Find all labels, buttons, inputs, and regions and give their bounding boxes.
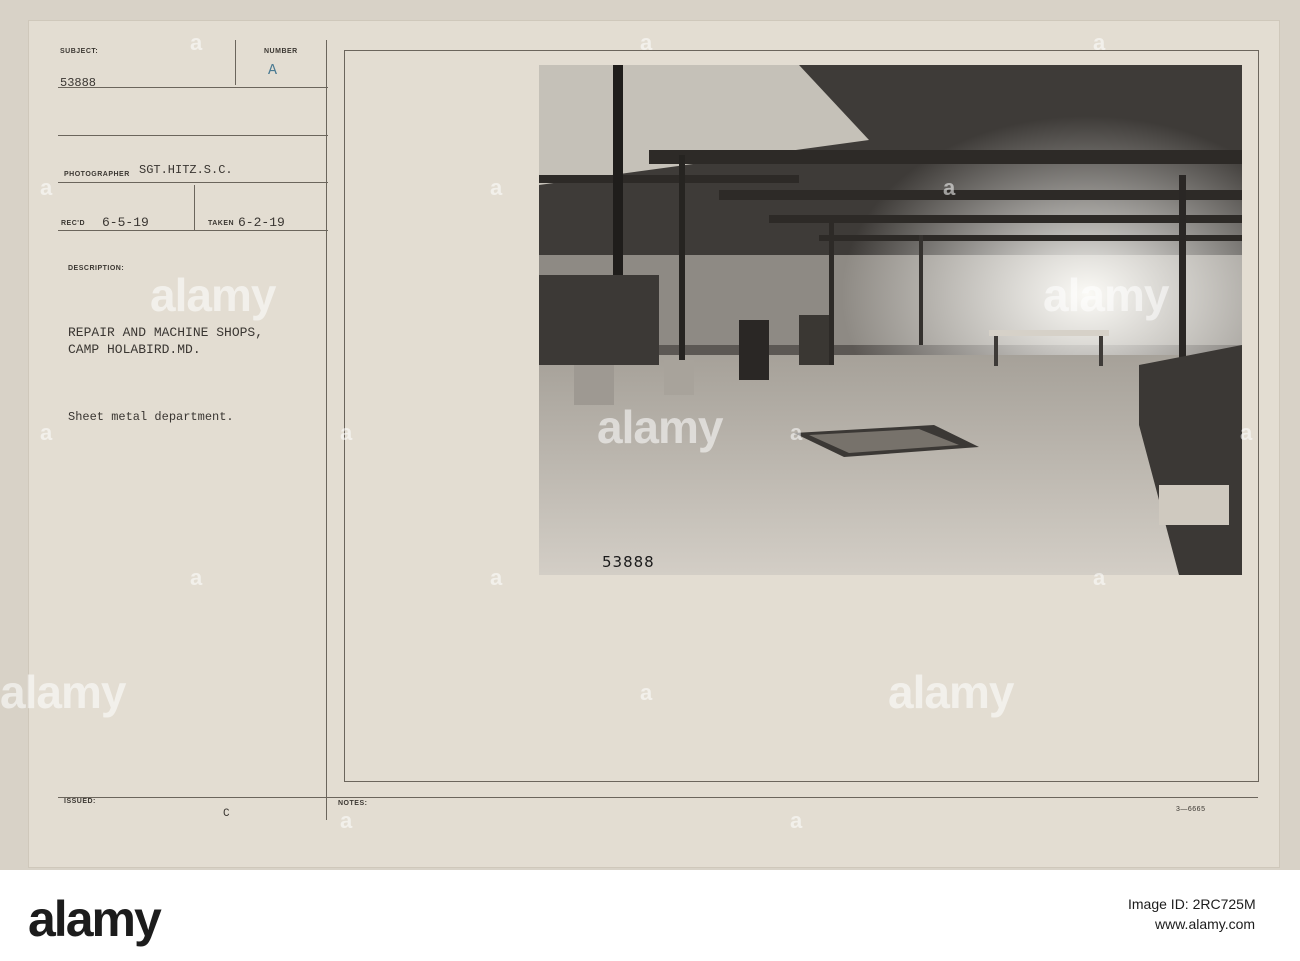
watermark-mark-2: a (640, 30, 653, 55)
issued-value: C (223, 808, 230, 820)
form-code: 3—6665 (1176, 806, 1206, 813)
watermark-mark-9: a (1240, 420, 1253, 445)
bottom-divider (58, 797, 1258, 798)
watermark-logo-right: alamy (1043, 269, 1169, 321)
watermark-mark-14: a (340, 808, 353, 833)
recd-divider (194, 185, 195, 230)
watermark-logo-lower-left: alamy (0, 666, 126, 718)
watermark-logo-left: alamy (150, 269, 276, 321)
watermark-mark-5: a (490, 175, 503, 200)
watermark-mark-13: a (1093, 565, 1106, 590)
banner-logo: alamy (28, 891, 162, 947)
watermark-mark-12: a (640, 680, 653, 705)
watermark-mark-11: a (190, 565, 203, 590)
description-line-2: CAMP HOLABIRD.MD. (68, 342, 201, 357)
banner-site: www.alamy.com (1155, 916, 1256, 932)
watermark-mark-16: a (490, 565, 503, 590)
number-value: A (268, 62, 278, 79)
photographer-value: SGT.HITZ.S.C. (139, 163, 233, 177)
description-line-3: Sheet metal department. (68, 410, 234, 424)
subject-label: SUBJECT: (60, 48, 99, 55)
photographer-label: PHOTOGRAPHER (64, 171, 130, 178)
taken-value: 6-2-19 (238, 215, 285, 230)
description-line-1: REPAIR AND MACHINE SHOPS, (68, 325, 264, 340)
stock-banner: alamy Image ID: 2RC725M www.alamy.com (0, 870, 1300, 961)
watermark-logo-center: alamy (597, 401, 723, 453)
description-label: DESCRIPTION: (68, 265, 125, 272)
negative-number: 53888 (602, 553, 655, 571)
watermark-logo-lower-right: alamy (888, 666, 1014, 718)
recd-underline (58, 230, 328, 231)
number-label: NUMBER (264, 48, 298, 55)
watermark-mark-6: a (943, 175, 956, 200)
watermark-mark-10: a (40, 420, 53, 445)
recd-value: 6-5-19 (102, 215, 149, 230)
notes-label: NOTES: (338, 800, 368, 807)
issued-label: ISSUED: (64, 798, 96, 805)
subject-value: 53888 (60, 76, 97, 90)
watermark-mark-15: a (790, 808, 803, 833)
number-underline (58, 135, 328, 136)
number-divider (235, 40, 236, 85)
recd-label: REC'D (61, 220, 85, 227)
subject-underline (58, 87, 328, 88)
photographer-underline (58, 182, 328, 183)
watermark-mark-7: a (340, 420, 353, 445)
taken-label: TAKEN (208, 220, 235, 227)
watermark-mark-8: a (790, 420, 803, 445)
watermark-mark-1: a (190, 30, 203, 55)
banner-image-id: Image ID: 2RC725M (1128, 896, 1256, 912)
watermark-mark-3: a (1093, 30, 1106, 55)
watermark-mark-4: a (40, 175, 53, 200)
left-column-divider (326, 40, 327, 820)
